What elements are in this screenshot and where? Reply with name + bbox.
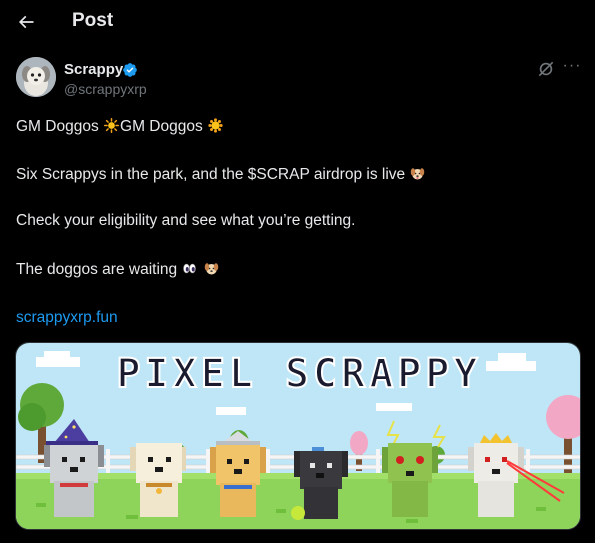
avatar[interactable] bbox=[16, 57, 56, 97]
back-button[interactable] bbox=[10, 6, 42, 38]
author-name[interactable]: Scrappy bbox=[64, 61, 123, 78]
post-text-segment: The doggos are waiting bbox=[16, 261, 178, 278]
author-handle[interactable]: @scrappyxrp bbox=[64, 81, 147, 97]
post-link[interactable]: scrappyxrp.fun bbox=[16, 309, 118, 327]
post-text-line-4: The doggos are waiting bbox=[16, 261, 220, 279]
banner-title: PIXEL SCRAPPY bbox=[116, 351, 481, 397]
post-text-segment: Six Scrappys in the park, and the $SCRAP… bbox=[16, 166, 406, 183]
pixel-scrappy-banner: PIXEL SCRAPPY bbox=[16, 343, 580, 529]
post-text-line-2: Six Scrappys in the park, and the $SCRAP… bbox=[16, 166, 426, 184]
dog-avatar-image bbox=[16, 57, 56, 97]
verified-icon bbox=[123, 63, 137, 77]
dog-face-icon bbox=[204, 263, 219, 275]
post-text-segment: GM Doggos bbox=[16, 118, 99, 135]
post-header: Post bbox=[0, 0, 595, 44]
back-arrow-icon bbox=[18, 15, 34, 29]
page-title: Post bbox=[72, 10, 114, 31]
grok-icon[interactable] bbox=[536, 59, 556, 79]
eyes-icon bbox=[183, 263, 197, 274]
post-author-row: Scrappy @scrappyxrp ··· bbox=[16, 57, 580, 101]
post-media-image[interactable]: PIXEL SCRAPPY bbox=[15, 342, 581, 530]
dog-face-icon bbox=[411, 168, 425, 180]
sun-icon bbox=[104, 118, 120, 133]
more-icon[interactable]: ··· bbox=[561, 58, 583, 79]
post-text-line-1: GM Doggos GM Doggos bbox=[16, 118, 224, 136]
post-text-line-3: Check your eligibility and see what you’… bbox=[16, 212, 356, 229]
sun-icon bbox=[208, 118, 223, 133]
post-text-segment: GM Doggos bbox=[120, 118, 203, 135]
